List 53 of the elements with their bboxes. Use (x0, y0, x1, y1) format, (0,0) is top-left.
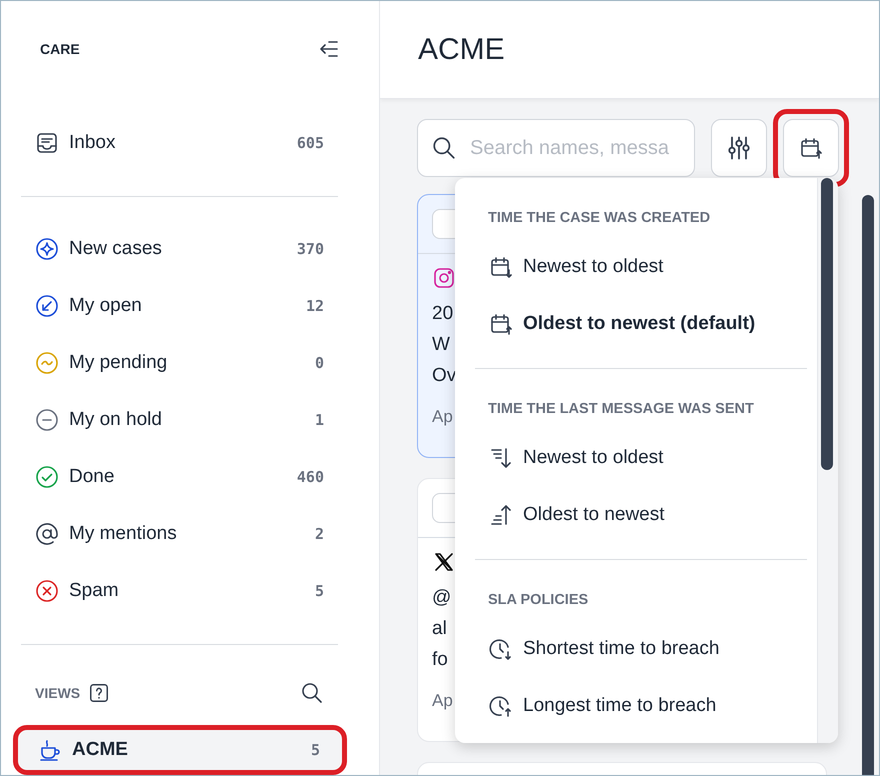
calendar-down-icon (489, 254, 513, 278)
sidebar-item[interactable]: Spam 5 (21, 562, 379, 620)
message-text: fo (432, 648, 448, 672)
sidebar-item[interactable]: My open 12 (21, 278, 379, 335)
menu-option[interactable]: Shortest time to breach (475, 620, 817, 677)
calendar-up-icon (489, 312, 513, 336)
tilde-circle-icon (35, 351, 59, 376)
calendar-up-icon (799, 136, 823, 160)
minus-circle-icon (35, 408, 59, 432)
menu-option[interactable]: Oldest to newest (475, 486, 817, 543)
message-text: Ov (432, 364, 456, 388)
check-circle-icon (35, 465, 59, 490)
filter-button[interactable] (711, 119, 767, 177)
search-icon (300, 680, 324, 705)
sparkle-icon (35, 237, 59, 262)
scrollbar-thumb[interactable] (821, 178, 833, 470)
sort-down-icon (489, 446, 513, 470)
page-title: ACME (418, 32, 505, 66)
sidebar-item[interactable]: Done 460 (21, 448, 379, 506)
case-date: Ap (432, 407, 453, 427)
help-icon (88, 682, 110, 704)
sidebar-item[interactable]: My mentions 2 (21, 506, 379, 563)
arrow-circle-icon (35, 294, 59, 318)
cup-icon (38, 738, 62, 762)
menu-option[interactable]: Newest to oldest (475, 429, 817, 486)
message-text: W (432, 333, 450, 357)
sort-up-icon (489, 502, 513, 526)
search-icon (431, 135, 457, 161)
scrollbar-thumb[interactable] (862, 195, 874, 775)
sidebar-item[interactable]: Inbox 605 (21, 114, 379, 172)
app-title: CARE (40, 40, 80, 57)
menu-option[interactable]: Newest to oldest (475, 238, 817, 295)
view-item[interactable]: ACME 5 (13, 724, 347, 775)
clock-down-icon (489, 636, 513, 660)
sidebar-item[interactable]: New cases 370 (21, 220, 379, 278)
inbox-icon (35, 131, 59, 156)
sidebar-item[interactable]: My on hold 1 (21, 392, 379, 449)
menu-heading: SLA POLICIES (487, 591, 590, 610)
menu-heading: TIME THE CASE WAS CREATED (487, 209, 712, 228)
clock-up-icon (489, 694, 513, 718)
sidebar-item[interactable]: My pending 0 (21, 334, 379, 392)
menu-option[interactable]: Longest time to breach (475, 677, 817, 734)
section-label: VIEWS (35, 684, 80, 701)
message-text: al (432, 617, 447, 641)
x-circle-icon (35, 579, 59, 604)
menu-heading: TIME THE LAST MESSAGE WAS SENT (487, 400, 755, 419)
case-date: Ap (432, 691, 453, 711)
search-field[interactable]: Search names, messa (417, 119, 695, 177)
message-text: 20 (432, 302, 454, 326)
camera-icon (432, 266, 456, 290)
sort-button[interactable] (783, 119, 839, 177)
message-text: @ (432, 586, 452, 610)
at-sign-icon (35, 522, 59, 546)
